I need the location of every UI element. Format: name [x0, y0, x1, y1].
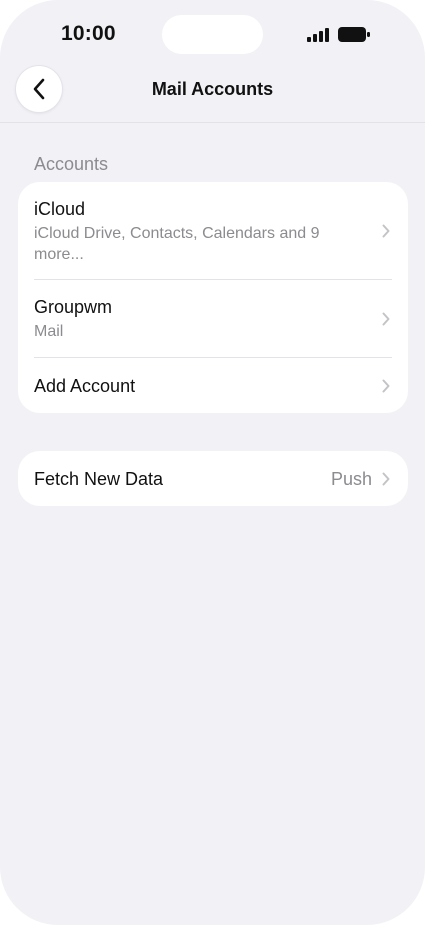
status-time: 10:00	[61, 22, 116, 45]
account-title: iCloud	[34, 199, 86, 219]
fetch-new-data-label: Fetch New Data	[34, 469, 164, 489]
account-row-icloud[interactable]: iCloud iCloud Drive, Contacts, Calendars…	[18, 182, 408, 279]
add-account-label: Add Account	[34, 376, 136, 396]
chevron-right-icon	[382, 312, 390, 326]
dynamic-island	[162, 15, 263, 54]
account-row-groupwm[interactable]: Groupwm Mail	[18, 280, 408, 357]
section-header-accounts: Accounts	[34, 154, 109, 174]
battery-icon	[338, 27, 370, 42]
nav-divider	[0, 122, 425, 123]
account-subtitle: iCloud Drive, Contacts, Calendars and 9 …	[34, 225, 320, 263]
fetch-value: Push	[330, 469, 372, 489]
accounts-group: iCloud iCloud Drive, Contacts, Calendars…	[18, 182, 408, 413]
fetch-new-data-row[interactable]: Fetch New Data Push	[18, 451, 408, 506]
account-title: Groupwm	[34, 297, 113, 317]
chevron-right-icon	[382, 224, 390, 238]
chevron-right-icon	[382, 472, 390, 486]
chevron-right-icon	[382, 379, 390, 393]
page-title: Mail Accounts	[151, 79, 274, 99]
fetch-group: Fetch New Data Push	[18, 451, 408, 506]
add-account-row[interactable]: Add Account	[18, 358, 408, 413]
cellular-signal-icon	[307, 28, 329, 42]
account-subtitle: Mail	[34, 323, 64, 340]
phone-screen: 10:00 Mail Accounts Accounts iCloud iClo…	[0, 0, 425, 925]
